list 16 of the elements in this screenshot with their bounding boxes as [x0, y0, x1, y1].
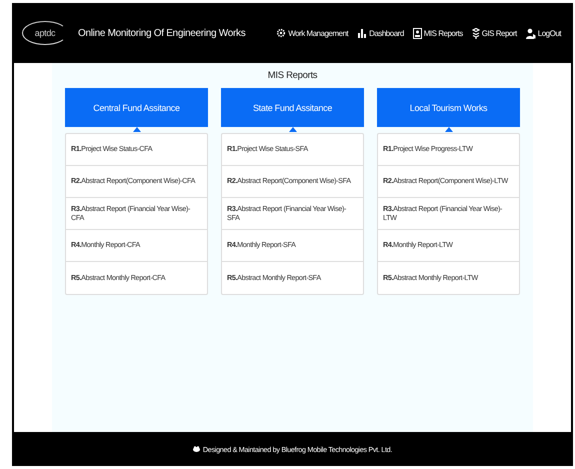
panel-title: Central Fund Assitance — [93, 102, 180, 112]
nav-link[interactable]: Work Management — [276, 28, 348, 38]
app-title: Online Monitoring Of Engineering Works — [78, 28, 246, 38]
gear-icon — [276, 28, 286, 38]
panel-title: State Fund Assitance — [252, 102, 332, 112]
bar-chart-icon — [357, 28, 368, 38]
document-icon — [412, 28, 422, 38]
frog-icon — [192, 446, 200, 452]
nav-link[interactable]: LogOut — [526, 28, 561, 38]
panel-title: Local Tourism Works — [410, 102, 488, 112]
page-title: MIS Reports — [268, 70, 318, 81]
user-icon — [526, 28, 536, 38]
layers-icon — [472, 28, 480, 38]
nav-link[interactable]: GIS Report — [472, 28, 517, 38]
nav-link[interactable]: Dashboard — [357, 28, 404, 38]
nav-link[interactable]: MIS Reports — [412, 28, 463, 38]
